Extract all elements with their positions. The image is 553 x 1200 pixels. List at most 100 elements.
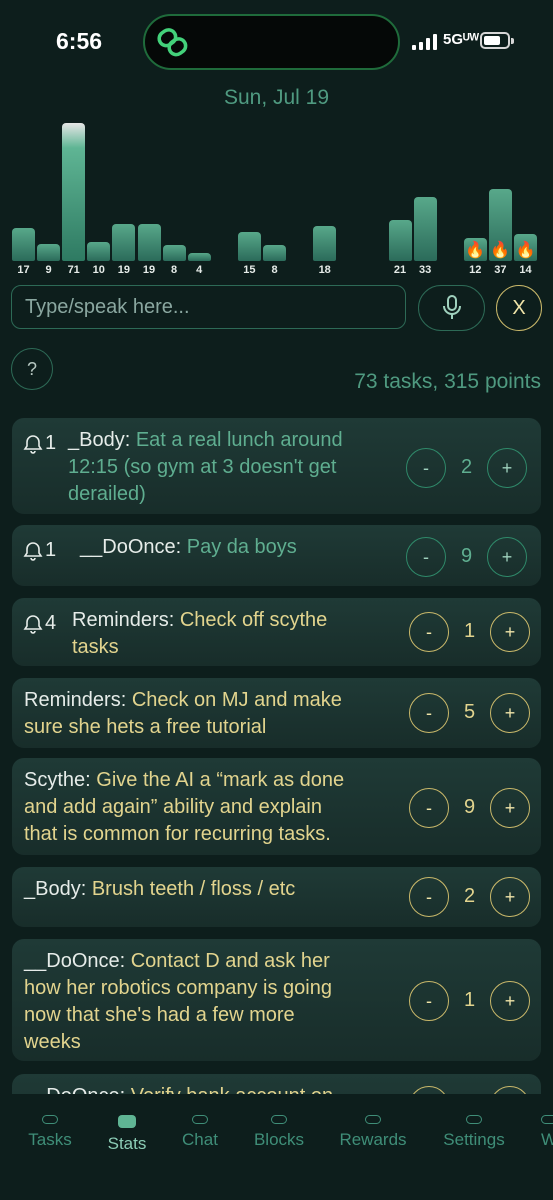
task-card[interactable]: 1 _Body: Eat a real lunch around 12:15 (so… xyxy=(12,418,541,514)
task-category: __DoOnce: xyxy=(80,536,187,558)
chart-bar-label: 10 xyxy=(92,264,105,276)
task-text: __DoOnce: Pay da boys xyxy=(80,534,402,561)
chart-bar[interactable] xyxy=(137,224,161,261)
task-text: __DoOnce: Contact D and ask her how her r… xyxy=(24,948,402,1056)
task-card[interactable]: 1 __DoOnce: Pay da boys -9 + xyxy=(12,525,541,586)
task-card[interactable]: __DoOnce: Verify bank account on-+ xyxy=(12,1074,541,1094)
bell-icon xyxy=(23,541,43,561)
chart-bar[interactable] xyxy=(388,220,412,261)
chart-bar-label: 19 xyxy=(142,264,156,276)
chart-bar-label: 12 xyxy=(469,264,482,276)
task-card[interactable]: Scythe: Give the AI a “mark as done and a… xyxy=(12,758,541,855)
decrement-button[interactable]: - xyxy=(406,537,446,577)
alarm-count: 4 xyxy=(45,612,57,634)
chart-bar[interactable] xyxy=(263,245,286,261)
chart-bar[interactable] xyxy=(413,197,437,261)
chart-bar[interactable] xyxy=(87,242,111,261)
task-description: 12:15 (so gym at 3 doesn't get xyxy=(68,456,337,478)
decrement-button[interactable]: - xyxy=(409,693,449,733)
points-stepper: -9 + xyxy=(409,788,530,828)
task-alarm: 1 xyxy=(23,432,56,455)
task-description: Check off scythe xyxy=(179,609,328,631)
decrement-button[interactable]: - xyxy=(409,1086,449,1094)
tab-settings[interactable]: Settings xyxy=(429,1115,519,1150)
task-text: Reminders: Check off scythe tasks xyxy=(72,607,402,661)
chart-bar[interactable] xyxy=(187,253,211,261)
decrement-button[interactable]: - xyxy=(409,612,449,652)
tab-blocks[interactable]: Blocks xyxy=(234,1115,324,1150)
chart-bar[interactable] xyxy=(12,228,35,261)
task-category: __DoOnce: xyxy=(24,950,131,972)
task-description: derailed) xyxy=(68,483,146,505)
chart-bar-label: 17 xyxy=(17,264,30,276)
chart-bar-label: 8 xyxy=(171,264,178,276)
task-text: __DoOnce: Verify bank account on xyxy=(24,1083,402,1094)
increment-button[interactable]: + xyxy=(487,448,527,488)
tab-w[interactable]: W xyxy=(541,1115,553,1150)
tab-chat[interactable]: Chat xyxy=(155,1115,245,1150)
task-description: Contact D and ask her xyxy=(130,950,330,972)
chart-bar-label: 18 xyxy=(318,264,331,276)
mic-button[interactable] xyxy=(418,285,485,331)
tab-label: Rewards xyxy=(339,1130,407,1149)
daily-points-chart: 17 9 71 10 19 19 8 4 15 8 18 21 33 12 🔥 37 🔥 14 🔥 xyxy=(0,110,553,280)
task-card[interactable]: 4 Reminders: Check off scythe tasks -1 + xyxy=(12,598,541,666)
increment-button[interactable]: + xyxy=(490,693,530,733)
decrement-button[interactable]: - xyxy=(409,877,449,917)
task-description: now that she's had a few more xyxy=(24,1004,295,1026)
decrement-button[interactable]: - xyxy=(409,788,449,828)
tab-label: Blocks xyxy=(253,1130,305,1149)
tab-label: Tasks xyxy=(28,1130,72,1149)
task-list[interactable]: 1 _Body: Eat a real lunch around 12:15 (so… xyxy=(12,418,541,1094)
increment-button[interactable]: + xyxy=(490,877,530,917)
task-points: 1 xyxy=(463,620,476,642)
tab-rewards[interactable]: Rewards xyxy=(328,1115,418,1150)
decrement-button[interactable]: - xyxy=(409,981,449,1021)
chart-bar[interactable] xyxy=(237,232,261,261)
task-category: Scythe: xyxy=(24,769,97,791)
increment-button[interactable]: + xyxy=(490,981,530,1021)
task-description: Pay da boys xyxy=(186,536,297,558)
chart-bar-label: 37 xyxy=(494,264,507,276)
chart-bar-label: 8 xyxy=(271,264,278,276)
chart-bar[interactable] xyxy=(37,244,61,261)
points-stepper: -+ xyxy=(409,1086,530,1094)
tab-indicator-icon xyxy=(42,1115,58,1124)
task-category: __DoOnce: xyxy=(24,1085,131,1094)
input-row: X xyxy=(11,285,542,331)
chart-bar[interactable] xyxy=(162,245,186,261)
help-button[interactable]: ? xyxy=(11,348,53,390)
chart-bar-label: 19 xyxy=(117,264,131,276)
increment-button[interactable]: + xyxy=(490,612,530,652)
task-description: Give the AI a “mark as done xyxy=(96,769,345,791)
chart-bar[interactable] xyxy=(313,226,337,261)
task-description: sure she hets a free tutorial xyxy=(24,716,267,738)
chart-bar-label: 21 xyxy=(393,264,407,276)
decrement-button[interactable]: - xyxy=(406,448,446,488)
task-points: 1 xyxy=(463,989,476,1011)
task-card[interactable]: Reminders: Check on MJ and make sure she … xyxy=(12,678,541,748)
task-description: weeks xyxy=(24,1031,81,1053)
tab-bar: Tasks Stats Chat Blocks Rewards Settings W xyxy=(0,1097,553,1200)
chart-bar-label: 71 xyxy=(67,264,80,276)
task-category: Reminders: xyxy=(24,689,132,711)
task-card[interactable]: __DoOnce: Contact D and ask her how her r… xyxy=(12,939,541,1061)
cellular-signal-icon xyxy=(412,34,437,50)
chart-bar[interactable] xyxy=(62,123,86,261)
task-card[interactable]: _Body: Brush teeth / floss / etc -2 + xyxy=(12,867,541,927)
chart-bar-label: 14 xyxy=(519,264,532,276)
clear-button[interactable]: X xyxy=(496,285,542,331)
chart-bar-label: 15 xyxy=(243,264,256,276)
task-description: that is common for recurring tasks. xyxy=(24,823,331,845)
points-stepper: -5 + xyxy=(409,693,530,733)
increment-button[interactable]: + xyxy=(490,788,530,828)
task-input[interactable] xyxy=(11,285,406,329)
tab-label: Stats xyxy=(107,1134,147,1153)
points-stepper: -9 + xyxy=(406,537,527,577)
task-text: Scythe: Give the AI a “mark as done and a… xyxy=(24,767,402,848)
increment-button[interactable]: + xyxy=(487,537,527,577)
alarm-count: 1 xyxy=(45,539,57,561)
chart-bar-label: 33 xyxy=(418,264,432,276)
increment-button[interactable]: + xyxy=(490,1086,530,1094)
chart-bar[interactable] xyxy=(112,224,136,261)
